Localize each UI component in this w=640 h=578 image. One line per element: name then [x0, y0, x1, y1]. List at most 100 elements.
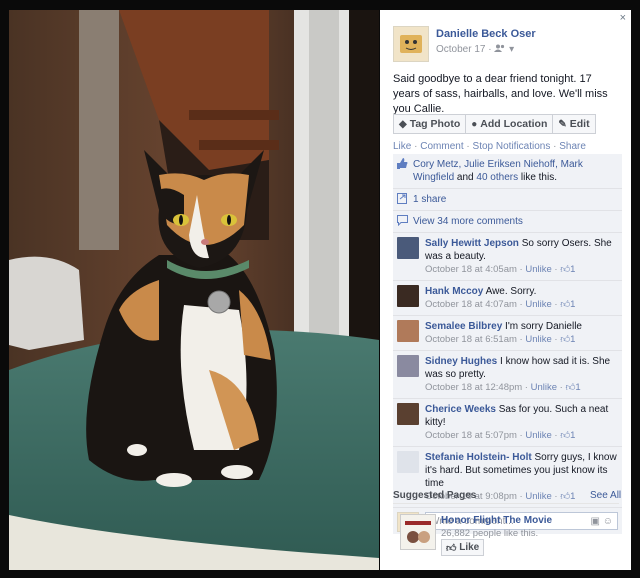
comment-time[interactable]: October 18 at 4:07am [425, 299, 517, 310]
comment-time[interactable]: October 18 at 6:51am [425, 334, 517, 345]
suggested-page-thumbnail[interactable] [400, 514, 436, 550]
thumbs-up-icon: 👍︎ [565, 382, 576, 393]
thumbs-up-icon: 👍︎ [560, 299, 571, 310]
shares-summary: 1 share [393, 189, 622, 211]
close-icon[interactable]: × [620, 13, 626, 24]
suggested-page-name[interactable]: Honor Flight The Movie [441, 515, 552, 526]
more-comments-row: View 34 more comments [393, 211, 622, 233]
commenter-name[interactable]: Cherice Weeks [425, 404, 496, 415]
commenter-name[interactable]: Semalee Bilbrey [425, 321, 502, 332]
comment-like-count[interactable]: 👍︎1 [560, 334, 575, 345]
likes-summary: Cory Metz, Julie Eriksen Niehoff, Mark W… [393, 154, 622, 189]
thumbs-up-icon: 👍︎ [560, 430, 571, 441]
comment-like-count[interactable]: 👍︎1 [560, 264, 575, 275]
comment-list: Sally Hewitt Jepson So sorry Osers. She … [393, 233, 622, 508]
thumbs-up-icon: 👍︎ [560, 334, 571, 345]
comment-meta: October 18 at 6:51am · Unlike · 👍︎1 [425, 334, 576, 345]
add-location-label: Add Location [480, 118, 548, 130]
author-avatar[interactable] [393, 26, 429, 62]
post-date[interactable]: October 17 [436, 44, 485, 55]
unlike-link[interactable]: Unlike [531, 382, 557, 393]
likers-others-link[interactable]: 40 others [476, 172, 518, 183]
photo-action-buttons: ◆ Tag Photo ● Add Location ✎ Edit [393, 114, 596, 134]
commenter-avatar[interactable] [397, 451, 419, 473]
commenter-name[interactable]: Stefanie Holstein- Holt [425, 452, 532, 463]
comment-bubble-icon [397, 215, 408, 227]
comment-item: Semalee Bilbrey I'm sorry Danielle Octobe… [393, 316, 622, 351]
comment-like-count[interactable]: 👍︎1 [560, 299, 575, 310]
comment-meta: October 18 at 4:07am · Unlike · 👍︎1 [425, 299, 576, 310]
edit-button[interactable]: ✎ Edit [553, 114, 596, 134]
post-actions: Like · Comment · Stop Notifications · Sh… [393, 141, 586, 152]
thumbs-up-icon [397, 158, 408, 169]
like-link[interactable]: Like [393, 141, 411, 152]
unlike-link[interactable]: Unlike [525, 430, 551, 441]
comment-like-count[interactable]: 👍︎1 [560, 430, 575, 441]
page-like-button[interactable]: 👍︎ Like [441, 539, 485, 556]
comment-meta: October 18 at 4:05am · Unlike · 👍︎1 [425, 264, 576, 275]
comment-item: Sidney Hughes I know how sad it is. She … [393, 351, 622, 399]
thumbs-up-icon: 👍︎ [560, 264, 571, 275]
comment-text: Awe. Sorry. [485, 286, 537, 297]
view-more-comments-link[interactable]: View 34 more comments [413, 216, 523, 227]
add-location-button[interactable]: ● Add Location [466, 114, 554, 134]
camera-icon[interactable]: ▣ [591, 516, 600, 527]
comment-like-count[interactable]: 👍︎1 [565, 382, 580, 393]
comment-body: Hank Mccoy Awe. Sorry. [425, 285, 618, 298]
comment-body: Semalee Bilbrey I'm sorry Danielle [425, 320, 618, 333]
comment-body: Sally Hewitt Jepson So sorry Osers. She … [425, 237, 618, 263]
comment-meta: October 18 at 12:48pm · Unlike · 👍︎1 [425, 382, 581, 393]
unlike-link[interactable]: Unlike [525, 491, 551, 502]
shares-link[interactable]: 1 share [413, 194, 446, 205]
feedback-box: Cory Metz, Julie Eriksen Niehoff, Mark W… [393, 154, 622, 534]
unlike-link[interactable]: Unlike [525, 334, 551, 345]
post-meta: October 17 · ▾ [436, 44, 515, 55]
comment-time[interactable]: October 18 at 12:48pm [425, 382, 522, 393]
post-status-text: Said goodbye to a dear friend tonight. 1… [393, 73, 608, 115]
pencil-icon: ✎ [558, 118, 567, 130]
commenter-name[interactable]: Sally Hewitt Jepson [425, 238, 519, 249]
comment-time[interactable]: October 18 at 5:07pm [425, 430, 517, 441]
comment-like-count[interactable]: 👍︎1 [560, 491, 575, 502]
unlike-link[interactable]: Unlike [525, 299, 551, 310]
tag-photo-button[interactable]: ◆ Tag Photo [393, 114, 467, 134]
tag-icon: ◆ [399, 118, 407, 130]
comment-body: Stefanie Holstein- Holt Sorry guys, I kn… [425, 451, 618, 490]
suggested-page-likes: 26,882 people like this. [441, 528, 539, 539]
comment-body: Sidney Hughes I know how sad it is. She … [425, 355, 618, 381]
stop-notifications-link[interactable]: Stop Notifications [473, 141, 551, 152]
chevron-down-icon[interactable]: ▾ [509, 44, 514, 55]
edit-label: Edit [569, 118, 590, 130]
author-name[interactable]: Danielle Beck Oser [436, 28, 536, 40]
divider [393, 503, 619, 504]
comment-body: Cherice Weeks Sas for you. Such a neat k… [425, 403, 618, 429]
commenter-avatar[interactable] [397, 237, 419, 259]
location-pin-icon: ● [471, 118, 478, 130]
comment-text: I'm sorry Danielle [505, 321, 582, 332]
emoji-icon[interactable]: ☺ [603, 516, 613, 527]
commenter-avatar[interactable] [397, 355, 419, 377]
unlike-link[interactable]: Unlike [525, 264, 551, 275]
commenter-name[interactable]: Hank Mccoy [425, 286, 483, 297]
commenter-avatar[interactable] [397, 320, 419, 342]
comment-meta: October 18 at 5:07pm · Unlike · 👍︎1 [425, 430, 576, 441]
post-panel: × Danielle Beck Oser October 17 · ▾ Said… [380, 10, 631, 570]
comment-link[interactable]: Comment [420, 141, 463, 152]
cat-photo-image [9, 10, 379, 570]
comment-item: Cherice Weeks Sas for you. Such a neat k… [393, 399, 622, 447]
see-all-link[interactable]: See All [590, 490, 621, 501]
share-icon [397, 193, 408, 204]
comment-item: Hank Mccoy Awe. Sorry. October 18 at 4:07… [393, 281, 622, 316]
commenter-avatar[interactable] [397, 403, 419, 425]
commenter-name[interactable]: Sidney Hughes [425, 356, 497, 367]
photo[interactable] [9, 10, 379, 570]
tag-photo-label: Tag Photo [409, 118, 461, 130]
commenter-avatar[interactable] [397, 285, 419, 307]
suggested-pages-title: Suggested Pages [393, 490, 477, 501]
comment-time[interactable]: October 18 at 4:05am [425, 264, 517, 275]
friends-icon[interactable] [494, 44, 509, 55]
thumbs-up-icon: 👍︎ [446, 542, 457, 554]
photo-viewer: × Danielle Beck Oser October 17 · ▾ Said… [0, 0, 640, 578]
comment-item: Sally Hewitt Jepson So sorry Osers. She … [393, 233, 622, 281]
share-link[interactable]: Share [559, 141, 586, 152]
